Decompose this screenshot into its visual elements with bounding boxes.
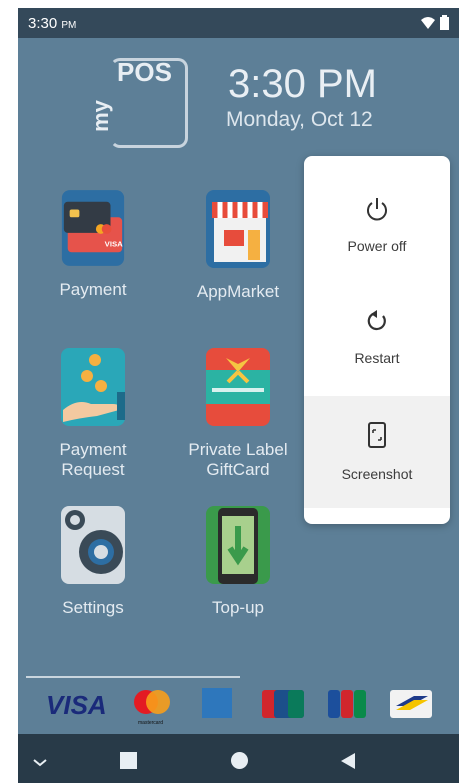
bancontact-logo <box>390 690 432 718</box>
amex-logo <box>202 688 232 718</box>
giftcard-icon <box>206 348 270 426</box>
unionpay-logo <box>262 690 304 718</box>
status-bar: 3:30 PM <box>18 8 459 38</box>
app-appmarket[interactable]: AppMarket <box>173 188 303 302</box>
appmarket-icon <box>206 190 270 268</box>
restart-item[interactable]: Restart <box>304 268 450 380</box>
app-settings[interactable]: Settings <box>28 504 158 618</box>
app-payment-request[interactable]: Payment Request <box>28 346 158 480</box>
visa-logo: VISA <box>46 690 107 720</box>
screenshot-item[interactable]: Screenshot <box>304 396 450 508</box>
phone-screen: 3:30 PM POS my 3:30 PM Monday, Oct 12 VI… <box>18 8 459 783</box>
status-icons <box>420 15 449 35</box>
navigation-bar <box>18 734 459 783</box>
power-icon <box>367 198 387 221</box>
clock: 3:30 PM <box>228 62 377 106</box>
date: Monday, Oct 12 <box>226 108 373 131</box>
mypos-logo: POS my <box>88 57 188 148</box>
mastercard-logo: mastercard <box>134 690 170 726</box>
screenshot-icon <box>368 422 386 448</box>
svg-text:VISA: VISA <box>105 239 124 248</box>
svg-text:mastercard: mastercard <box>138 720 163 726</box>
topup-icon <box>206 506 270 584</box>
power-menu: Power off Restart Screenshot <box>304 156 450 524</box>
chevron-down-icon[interactable] <box>32 758 48 768</box>
battery-icon <box>440 15 449 30</box>
status-time: 3:30 PM <box>28 15 77 32</box>
app-topup[interactable]: Top-up <box>173 504 303 618</box>
settings-icon <box>61 506 125 584</box>
card-logos: VISA mastercard <box>18 676 459 734</box>
wifi-icon <box>420 17 435 29</box>
app-payment[interactable]: VISA Payment <box>28 188 158 300</box>
home-header: POS my 3:30 PM Monday, Oct 12 <box>18 38 459 158</box>
restart-icon <box>367 310 386 331</box>
back-button[interactable] <box>340 752 356 770</box>
home-button[interactable] <box>231 752 248 769</box>
payment-icon: VISA <box>61 190 125 266</box>
recents-button[interactable] <box>120 752 137 769</box>
app-private-label-giftcard[interactable]: Private Label GiftCard <box>173 346 303 480</box>
power-off-item[interactable]: Power off <box>304 156 450 268</box>
jcb-logo <box>328 690 366 718</box>
payment-request-icon <box>61 348 125 426</box>
